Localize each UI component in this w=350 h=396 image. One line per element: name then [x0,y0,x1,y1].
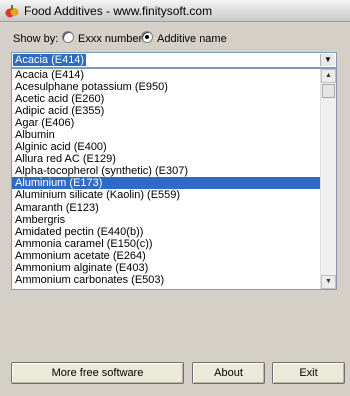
exxx-number-radio[interactable] [62,31,74,43]
show-by-label: Show by: [13,33,59,45]
title-bar: Food Additives - www.finitysoft.com [0,0,350,22]
window-title: Food Additives - www.finitysoft.com [24,4,213,18]
additive-list[interactable]: Acacia (E414) Acesulphane potassium (E950… [11,68,337,290]
list-item[interactable]: Ammonium acetate (E264) [12,250,320,262]
additive-name-radio[interactable] [141,31,153,43]
main-panel: Show by: Exxx number Additive name Acaci… [3,22,347,393]
exit-button[interactable]: Exit [272,362,345,384]
vertical-scrollbar[interactable]: ▲ ▼ [320,69,336,289]
list-item[interactable]: Aluminium (E173) [12,177,320,190]
additive-name-label[interactable]: Additive name [157,33,227,45]
about-button[interactable]: About [192,362,265,384]
list-item[interactable]: Alginic acid (E400) [12,141,320,153]
additive-combobox[interactable]: Acacia (E414) ▼ [11,52,337,68]
list-item[interactable]: Acesulphane potassium (E950) [12,81,320,93]
list-item[interactable]: Ammonium alginate (E403) [12,262,320,274]
scroll-up-arrow-icon[interactable]: ▲ [321,69,336,83]
list-item[interactable]: Albumin [12,129,320,141]
list-item[interactable]: Agar (E406) [12,117,320,129]
exxx-number-label[interactable]: Exxx number [78,33,142,45]
list-item[interactable]: Amaranth (E123) [12,202,320,214]
list-item[interactable]: Adipic acid (E355) [12,105,320,117]
list-item[interactable]: Ambergris [12,214,320,226]
list-item[interactable]: Amidated pectin (E440(b)) [12,226,320,238]
dropdown-arrow-icon[interactable]: ▼ [320,54,335,66]
combobox-selected-value: Acacia (E414) [13,54,87,66]
list-item[interactable]: Alpha-tocopherol (synthetic) (E307) [12,165,320,177]
food-additives-app-icon [5,5,19,18]
list-item[interactable]: Allura red AC (E129) [12,153,320,165]
more-free-software-button[interactable]: More free software [11,362,184,384]
list-item[interactable]: Aluminium silicate (Kaolin) (E559) [12,189,320,201]
scroll-down-arrow-icon[interactable]: ▼ [321,275,336,289]
additive-list-items: Acacia (E414) Acesulphane potassium (E950… [12,69,320,286]
list-item[interactable]: Acacia (E414) [12,69,320,81]
scrollbar-thumb[interactable] [322,84,335,98]
list-item[interactable]: Ammonia caramel (E150(c)) [12,238,320,250]
list-item[interactable]: Acetic acid (E260) [12,93,320,105]
list-item[interactable]: Ammonium carbonates (E503) [12,274,320,286]
